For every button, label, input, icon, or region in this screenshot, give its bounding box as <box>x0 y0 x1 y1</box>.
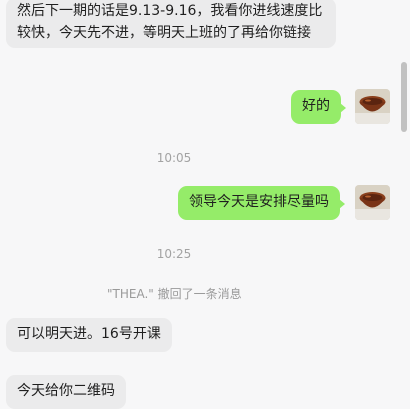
user-avatar[interactable] <box>355 185 390 220</box>
chat-message-list[interactable]: 然后下一期的话是9.13-9.16，我看你进线速度比较快，今天先不进，等明天上班… <box>0 0 398 409</box>
message-text: 领导今天是安排尽量吗 <box>189 194 329 210</box>
message-text: 然后下一期的话是9.13-9.16，我看你进线速度比较快，今天先不进，等明天上班… <box>17 3 323 41</box>
scrollbar-thumb[interactable] <box>401 62 407 132</box>
message-text: 好的 <box>302 98 330 114</box>
timestamp: 10:25 <box>156 247 192 261</box>
message-text: 可以明天进。16号开课 <box>17 326 161 342</box>
recall-notice: "THEA." 撤回了一条消息 <box>107 287 242 301</box>
bowl-photo-avatar-icon <box>355 89 390 124</box>
scrollbar-track[interactable] <box>398 0 410 403</box>
incoming-message-bubble[interactable]: 可以明天进。16号开课 <box>6 318 172 352</box>
outgoing-message-bubble[interactable]: 领导今天是安排尽量吗 <box>178 186 345 220</box>
message-text: 今天给你二维码 <box>17 383 115 399</box>
incoming-message-bubble[interactable]: 然后下一期的话是9.13-9.16，我看你进线速度比较快，今天先不进，等明天上班… <box>6 0 336 48</box>
outgoing-message-bubble[interactable]: 好的 <box>291 90 346 124</box>
bowl-photo-avatar-icon <box>355 185 390 220</box>
timestamp: 10:05 <box>156 151 192 165</box>
user-avatar[interactable] <box>355 89 390 124</box>
incoming-message-bubble[interactable]: 今天给你二维码 <box>6 375 126 409</box>
